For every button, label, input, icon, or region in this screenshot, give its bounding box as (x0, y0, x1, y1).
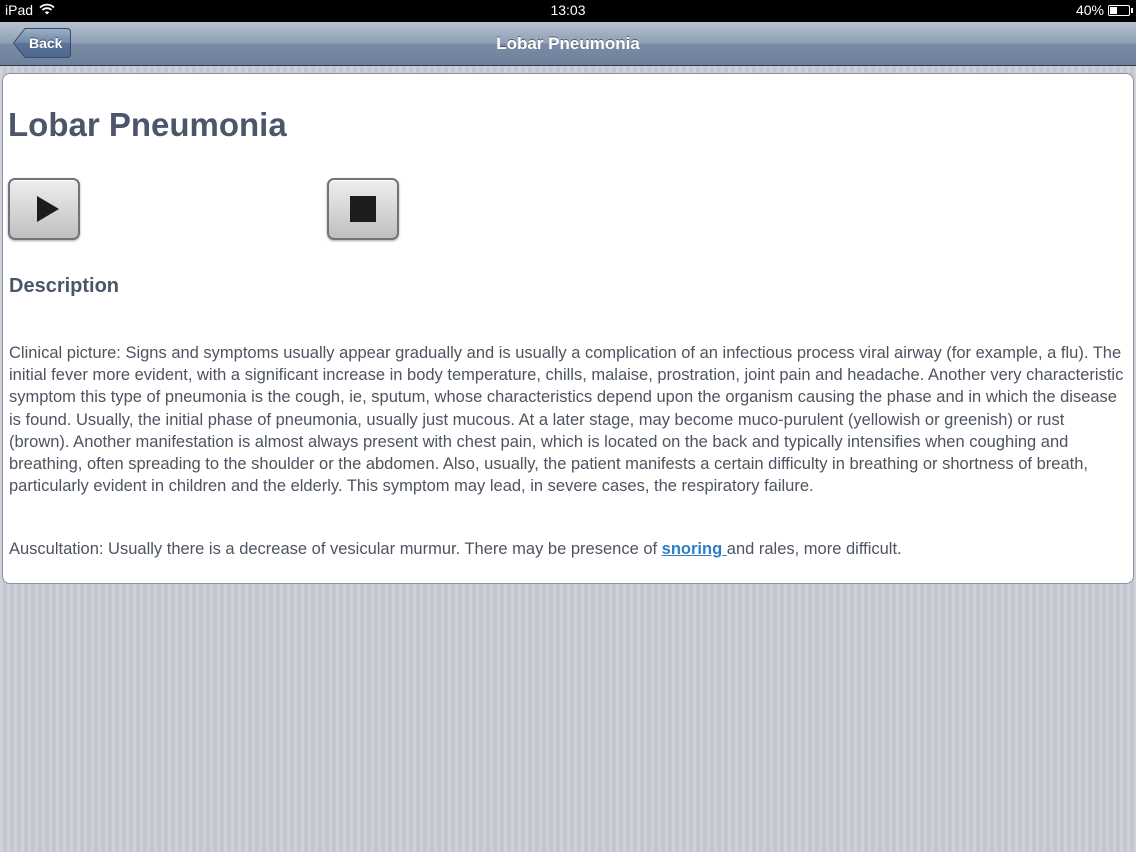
battery-level: 40% (1075, 2, 1104, 18)
auscultation-paragraph: Auscultation: Usually there is a decreas… (9, 538, 1125, 560)
battery-indicator: 40% (1075, 2, 1133, 18)
auscultation-text-before: Auscultation: Usually there is a decreas… (9, 540, 662, 558)
nav-title: Lobar Pneumonia (496, 34, 640, 53)
status-bar: iPad 13:03 40% (0, 0, 1136, 22)
play-icon (37, 196, 59, 222)
stop-button[interactable] (327, 178, 399, 240)
play-button[interactable] (8, 178, 80, 240)
snoring-link[interactable]: snoring (662, 540, 727, 558)
battery-icon (1108, 4, 1133, 16)
back-button-label: Back (29, 35, 63, 51)
content-card (2, 73, 1134, 584)
page-title: Lobar Pneumonia (8, 106, 287, 143)
clinical-picture-paragraph: Clinical picture: Signs and symptoms usu… (9, 344, 1124, 496)
battery-fill (1110, 6, 1118, 14)
stop-icon (350, 196, 376, 222)
auscultation-text-after: and rales, more difficult. (726, 540, 902, 558)
status-time: 13:03 (550, 2, 586, 18)
navigation-bar: Lobar Pneumonia Back (0, 22, 1136, 66)
section-heading-description: Description (9, 275, 120, 297)
back-button[interactable]: Back (12, 27, 72, 59)
